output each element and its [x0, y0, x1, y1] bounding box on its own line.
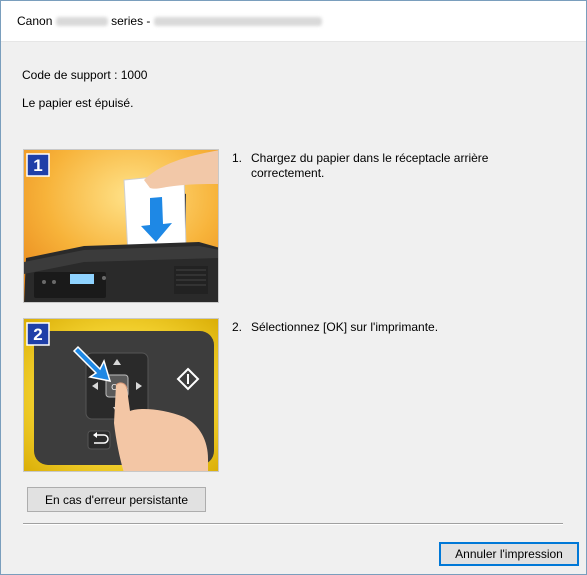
error-message: Le papier est épuisé. [22, 96, 134, 110]
step2-badge: 2 [33, 325, 42, 344]
control-panel-illustration: OK 2 [24, 319, 218, 471]
error-dialog: Canon series - Code de support : 1000 Le… [0, 0, 587, 575]
title-series: series - [111, 14, 151, 28]
title-redacted-name [153, 17, 322, 27]
persistent-error-button[interactable]: En cas d'erreur persistante [27, 487, 206, 512]
step2-number: 2. [232, 320, 243, 334]
separator [23, 523, 563, 525]
window-title: Canon series - [17, 14, 322, 28]
step1-illustration: 1 [23, 149, 219, 303]
step2-illustration: OK 2 [23, 318, 219, 472]
title-redacted-model [55, 17, 108, 27]
printer-paper-illustration: 1 [24, 150, 218, 302]
title-brand: Canon [17, 14, 53, 28]
step1-badge: 1 [33, 156, 42, 175]
step1-text: Chargez du papier dans le réceptacle arr… [251, 151, 489, 180]
title-bar: Canon series - [1, 1, 586, 42]
cancel-print-button[interactable]: Annuler l'impression [439, 542, 579, 566]
step2-text: Sélectionnez [OK] sur l'imprimante. [251, 320, 439, 334]
support-code: Code de support : 1000 [22, 68, 148, 82]
step1-number: 1. [232, 151, 243, 165]
